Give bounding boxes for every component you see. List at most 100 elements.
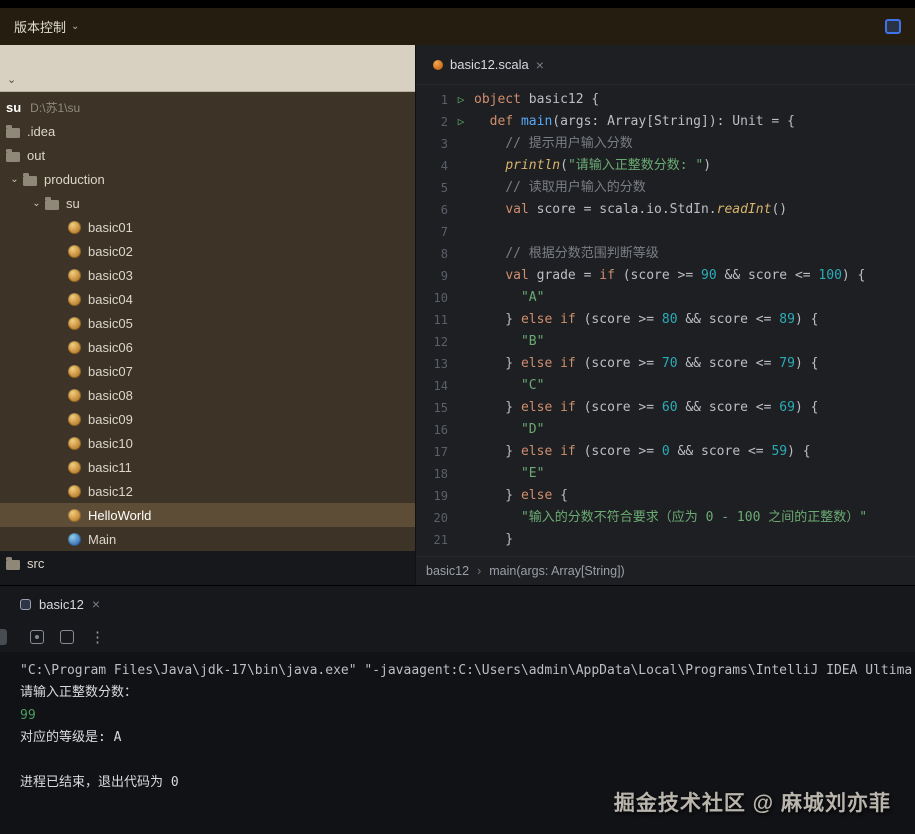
tree-item-su[interactable]: ⌄su bbox=[0, 191, 415, 215]
code-line[interactable]: 7 bbox=[416, 221, 915, 243]
tree-item-label: basic08 bbox=[88, 388, 133, 403]
code-line[interactable]: 3 // 提示用户输入分数 bbox=[416, 133, 915, 155]
code-line[interactable]: 5 // 读取用户输入的分数 bbox=[416, 177, 915, 199]
tree-item-label: basic07 bbox=[88, 364, 133, 379]
console-line: "C:\Program Files\Java\jdk-17\bin\java.e… bbox=[20, 660, 915, 682]
gutter-spacer bbox=[448, 287, 474, 309]
breadcrumb-item[interactable]: main(args: Array[String]) bbox=[489, 564, 624, 578]
tree-item-basic05[interactable]: basic05 bbox=[0, 311, 415, 335]
code-line[interactable]: 2▷ def main(args: Array[String]): Unit =… bbox=[416, 111, 915, 133]
chevron-down-icon[interactable]: ⌄ bbox=[7, 73, 16, 86]
tree-item-label: basic04 bbox=[88, 292, 133, 307]
more-options-icon[interactable]: ⋮ bbox=[90, 630, 105, 645]
tree-item-basic04[interactable]: basic04 bbox=[0, 287, 415, 311]
code-text: def main(args: Array[String]): Unit = { bbox=[474, 111, 795, 133]
run-tab-basic12[interactable]: basic12 × bbox=[20, 597, 100, 612]
gutter-spacer bbox=[448, 309, 474, 331]
code-text: } else if (score >= 60 && score <= 69) { bbox=[474, 397, 818, 419]
code-text: // 根据分数范围判断等级 bbox=[474, 243, 659, 265]
version-control-menu[interactable]: 版本控制 ⌄ bbox=[14, 17, 79, 36]
code-text: "E" bbox=[474, 463, 544, 485]
line-number: 8 bbox=[416, 243, 448, 265]
code-line[interactable]: 10 "A" bbox=[416, 287, 915, 309]
code-line[interactable]: 4 println("请输入正整数分数: ") bbox=[416, 155, 915, 177]
gutter-spacer bbox=[448, 353, 474, 375]
tree-item-label: src bbox=[27, 556, 44, 571]
tree-item-label: basic03 bbox=[88, 268, 133, 283]
code-line[interactable]: 8 // 根据分数范围判断等级 bbox=[416, 243, 915, 265]
code-line[interactable]: 6 val score = scala.io.StdIn.readInt() bbox=[416, 199, 915, 221]
tree-item-basic09[interactable]: basic09 bbox=[0, 407, 415, 431]
line-number: 17 bbox=[416, 441, 448, 463]
restore-layout-icon[interactable] bbox=[60, 630, 74, 644]
scala-object-icon bbox=[68, 365, 81, 378]
code-line[interactable]: 14 "C" bbox=[416, 375, 915, 397]
chevron-down-icon[interactable]: ⌄ bbox=[28, 198, 45, 209]
tree-item-production[interactable]: ⌄production bbox=[0, 167, 415, 191]
tree-item-label: basic02 bbox=[88, 244, 133, 259]
project-panel-header[interactable]: ⌄ bbox=[0, 45, 415, 92]
project-tree: su D:\苏1\su .ideaout⌄production⌄subasic0… bbox=[0, 92, 415, 585]
code-line[interactable]: 17 } else if (score >= 0 && score <= 59)… bbox=[416, 441, 915, 463]
version-control-label: 版本控制 bbox=[14, 17, 66, 36]
gutter-spacer bbox=[448, 133, 474, 155]
restore-window-icon[interactable] bbox=[885, 19, 901, 34]
project-root-name: su bbox=[6, 100, 21, 115]
console-line: 请输入正整数分数： bbox=[20, 682, 915, 704]
tree-item-basic11[interactable]: basic11 bbox=[0, 455, 415, 479]
chevron-down-icon[interactable]: ⌄ bbox=[6, 174, 23, 185]
gutter-spacer bbox=[448, 397, 474, 419]
run-gutter-icon[interactable]: ▷ bbox=[448, 111, 474, 133]
tree-item-.idea[interactable]: .idea bbox=[0, 119, 415, 143]
tree-item-Main[interactable]: Main bbox=[0, 527, 415, 551]
chevron-down-icon: ⌄ bbox=[71, 21, 79, 32]
tree-item-root[interactable]: su D:\苏1\su bbox=[0, 95, 415, 119]
breadcrumb-item[interactable]: basic12 bbox=[426, 564, 469, 578]
tool-window-stripe-icon[interactable] bbox=[0, 629, 7, 645]
editor-tab-basic12[interactable]: basic12.scala × bbox=[421, 45, 556, 84]
code-line[interactable]: 11 } else if (score >= 80 && score <= 89… bbox=[416, 309, 915, 331]
close-icon[interactable]: × bbox=[536, 58, 544, 72]
run-gutter-icon[interactable]: ▷ bbox=[448, 89, 474, 111]
tree-item-basic02[interactable]: basic02 bbox=[0, 239, 415, 263]
close-icon[interactable]: × bbox=[92, 597, 100, 611]
code-line[interactable]: 1▷object basic12 { bbox=[416, 89, 915, 111]
code-line[interactable]: 12 "B" bbox=[416, 331, 915, 353]
code-text: } else if (score >= 70 && score <= 79) { bbox=[474, 353, 818, 375]
code-line[interactable]: 18 "E" bbox=[416, 463, 915, 485]
main-area: ⌄ su D:\苏1\su .ideaout⌄production⌄subasi… bbox=[0, 45, 915, 585]
code-line[interactable]: 9 val grade = if (score >= 90 && score <… bbox=[416, 265, 915, 287]
watermark-text: 掘金技术社区 @ 麻城刘亦菲 bbox=[614, 787, 891, 817]
tree-item-label: .idea bbox=[27, 124, 55, 139]
tree-item-out[interactable]: out bbox=[0, 143, 415, 167]
code-editor[interactable]: 1▷object basic12 {2▷ def main(args: Arra… bbox=[416, 85, 915, 556]
code-text: } else { bbox=[474, 485, 568, 507]
editor-tab-bar: basic12.scala × bbox=[416, 45, 915, 85]
gutter-spacer bbox=[448, 155, 474, 177]
code-line[interactable]: 15 } else if (score >= 60 && score <= 69… bbox=[416, 397, 915, 419]
code-line[interactable]: 13 } else if (score >= 70 && score <= 79… bbox=[416, 353, 915, 375]
code-line[interactable]: 16 "D" bbox=[416, 419, 915, 441]
tree-item-basic12[interactable]: basic12 bbox=[0, 479, 415, 503]
camera-icon[interactable] bbox=[30, 630, 44, 644]
tree-item-basic07[interactable]: basic07 bbox=[0, 359, 415, 383]
tree-item-HelloWorld[interactable]: HelloWorld bbox=[0, 503, 415, 527]
tree-item-label: basic11 bbox=[88, 460, 132, 475]
code-line[interactable]: 21 } bbox=[416, 529, 915, 551]
tree-item-basic08[interactable]: basic08 bbox=[0, 383, 415, 407]
gutter-spacer bbox=[448, 265, 474, 287]
tree-item-label: Main bbox=[88, 532, 116, 547]
tree-item-label: HelloWorld bbox=[88, 508, 151, 523]
console-line bbox=[20, 750, 915, 772]
code-line[interactable]: 20 "输入的分数不符合要求（应为 0 - 100 之间的正整数）" bbox=[416, 507, 915, 529]
tree-item-src[interactable]: src bbox=[0, 551, 415, 575]
gutter-spacer bbox=[448, 199, 474, 221]
tree-item-basic03[interactable]: basic03 bbox=[0, 263, 415, 287]
tree-item-basic10[interactable]: basic10 bbox=[0, 431, 415, 455]
tree-item-basic06[interactable]: basic06 bbox=[0, 335, 415, 359]
code-text: val score = scala.io.StdIn.readInt() bbox=[474, 199, 787, 221]
scala-object-icon bbox=[68, 413, 81, 426]
breadcrumb: basic12›main(args: Array[String]) bbox=[416, 556, 915, 585]
code-line[interactable]: 19 } else { bbox=[416, 485, 915, 507]
tree-item-basic01[interactable]: basic01 bbox=[0, 215, 415, 239]
